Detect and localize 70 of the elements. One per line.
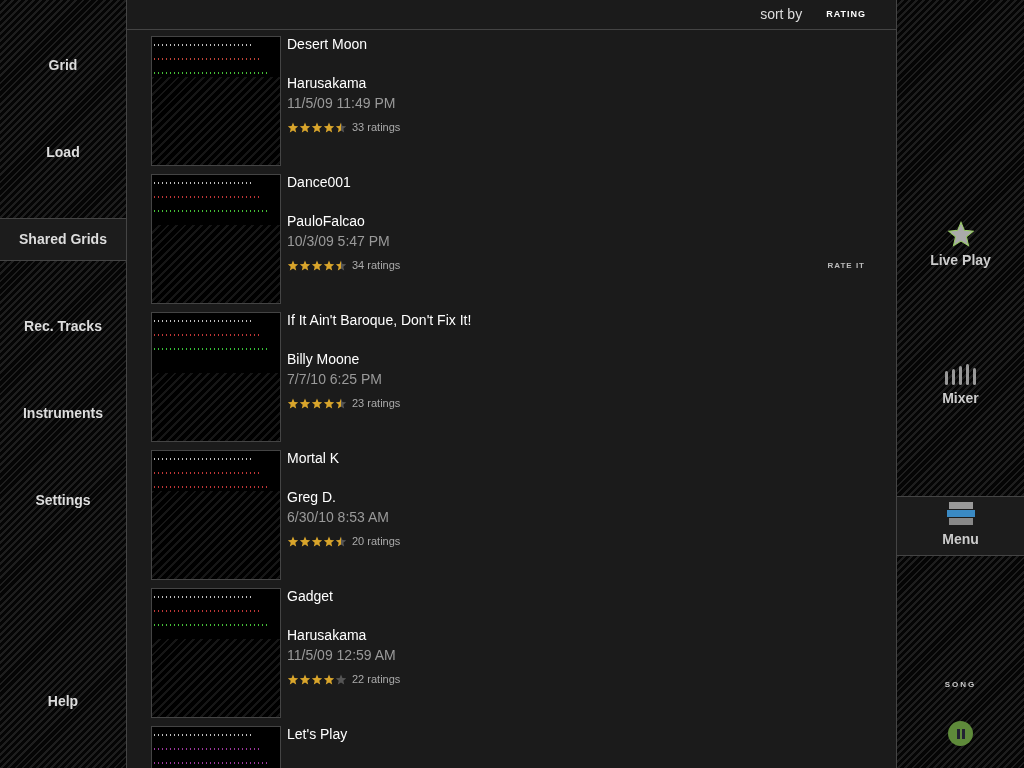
date-text: 10/3/09 5:47 PM: [287, 233, 391, 249]
grid-thumbnail[interactable]: [151, 312, 281, 442]
grid-title: Gadget: [287, 588, 334, 604]
star-icon: [287, 535, 299, 547]
grid-thumbnail[interactable]: [151, 174, 281, 304]
pause-icon: [956, 728, 965, 739]
date-text: 11/5/09 11:49 PM: [287, 95, 397, 111]
sort-option[interactable]: RATING: [826, 7, 866, 22]
star-icon: [299, 397, 311, 409]
author-name: Harusakama: [287, 627, 368, 643]
nav-tab[interactable]: Mixer: [897, 356, 1024, 416]
rate-it-link[interactable]: RATE IT: [827, 260, 865, 272]
star-icon: [323, 121, 335, 133]
grid-title: Dance001: [287, 174, 352, 190]
grid-title: Mortal K: [287, 450, 341, 466]
nav-item[interactable]: Load: [0, 131, 126, 174]
grid-title: Desert Moon: [287, 36, 369, 52]
author-name: Harusakama: [287, 75, 368, 91]
star-icon: [947, 221, 974, 247]
date-text: 7/7/10 6:25 PM: [287, 371, 383, 387]
nav-item[interactable]: Settings: [0, 479, 126, 522]
nav-item[interactable]: Shared Grids: [0, 218, 126, 261]
grid-thumbnail[interactable]: [151, 36, 281, 166]
star-icon: [323, 535, 335, 547]
star-icon: [323, 397, 335, 409]
star-icon: [335, 397, 347, 409]
star-icon: [287, 673, 299, 685]
nav-item[interactable]: Rec. Tracks: [0, 305, 126, 348]
ratings-count: 33 ratings: [352, 120, 401, 135]
nav-tab[interactable]: Live Play: [897, 216, 1024, 276]
star-icon: [299, 673, 311, 685]
star-icon: [335, 673, 347, 685]
grid-title: If It Ain't Baroque, Don't Fix It!: [287, 312, 472, 328]
ratings-count: 22 ratings: [352, 672, 401, 687]
sort-label: sort by: [760, 5, 803, 24]
mixer-bars-icon: [943, 363, 978, 385]
song-label: SONG: [943, 679, 978, 691]
pause-button[interactable]: [948, 721, 973, 746]
grid-thumbnail[interactable]: [151, 450, 281, 580]
star-icon: [311, 535, 323, 547]
star-icon: [311, 259, 323, 271]
star-icon: [287, 397, 299, 409]
date-text: 6/30/10 8:53 AM: [287, 509, 390, 525]
star-icon: [299, 259, 311, 271]
star-icon: [311, 121, 323, 133]
star-icon: [287, 121, 299, 133]
nav-tab[interactable]: Menu: [897, 496, 1024, 556]
author-name: Billy Moone: [287, 351, 361, 367]
star-icon: [299, 535, 311, 547]
ratings-count: 34 ratings: [352, 258, 401, 273]
star-icon: [335, 259, 347, 271]
nav-item[interactable]: Grid: [0, 44, 126, 87]
star-icon: [323, 673, 335, 685]
ratings-count: 23 ratings: [352, 396, 401, 411]
author-name: PauloFalcao: [287, 213, 366, 229]
grid-title: Let's Play: [287, 726, 348, 742]
grid-thumbnail[interactable]: [151, 588, 281, 718]
ratings-count: 20 ratings: [352, 534, 401, 549]
author-name: Greg D.: [287, 489, 337, 505]
star-icon: [311, 397, 323, 409]
star-icon: [335, 535, 347, 547]
star-icon: [335, 121, 347, 133]
star-icon: [299, 121, 311, 133]
star-icon: [323, 259, 335, 271]
menu-list-icon: [946, 502, 975, 526]
nav-item[interactable]: Help: [0, 680, 126, 723]
star-icon: [311, 673, 323, 685]
date-text: 11/5/09 12:59 AM: [287, 647, 397, 663]
star-icon: [287, 259, 299, 271]
nav-item[interactable]: Instruments: [0, 392, 126, 435]
